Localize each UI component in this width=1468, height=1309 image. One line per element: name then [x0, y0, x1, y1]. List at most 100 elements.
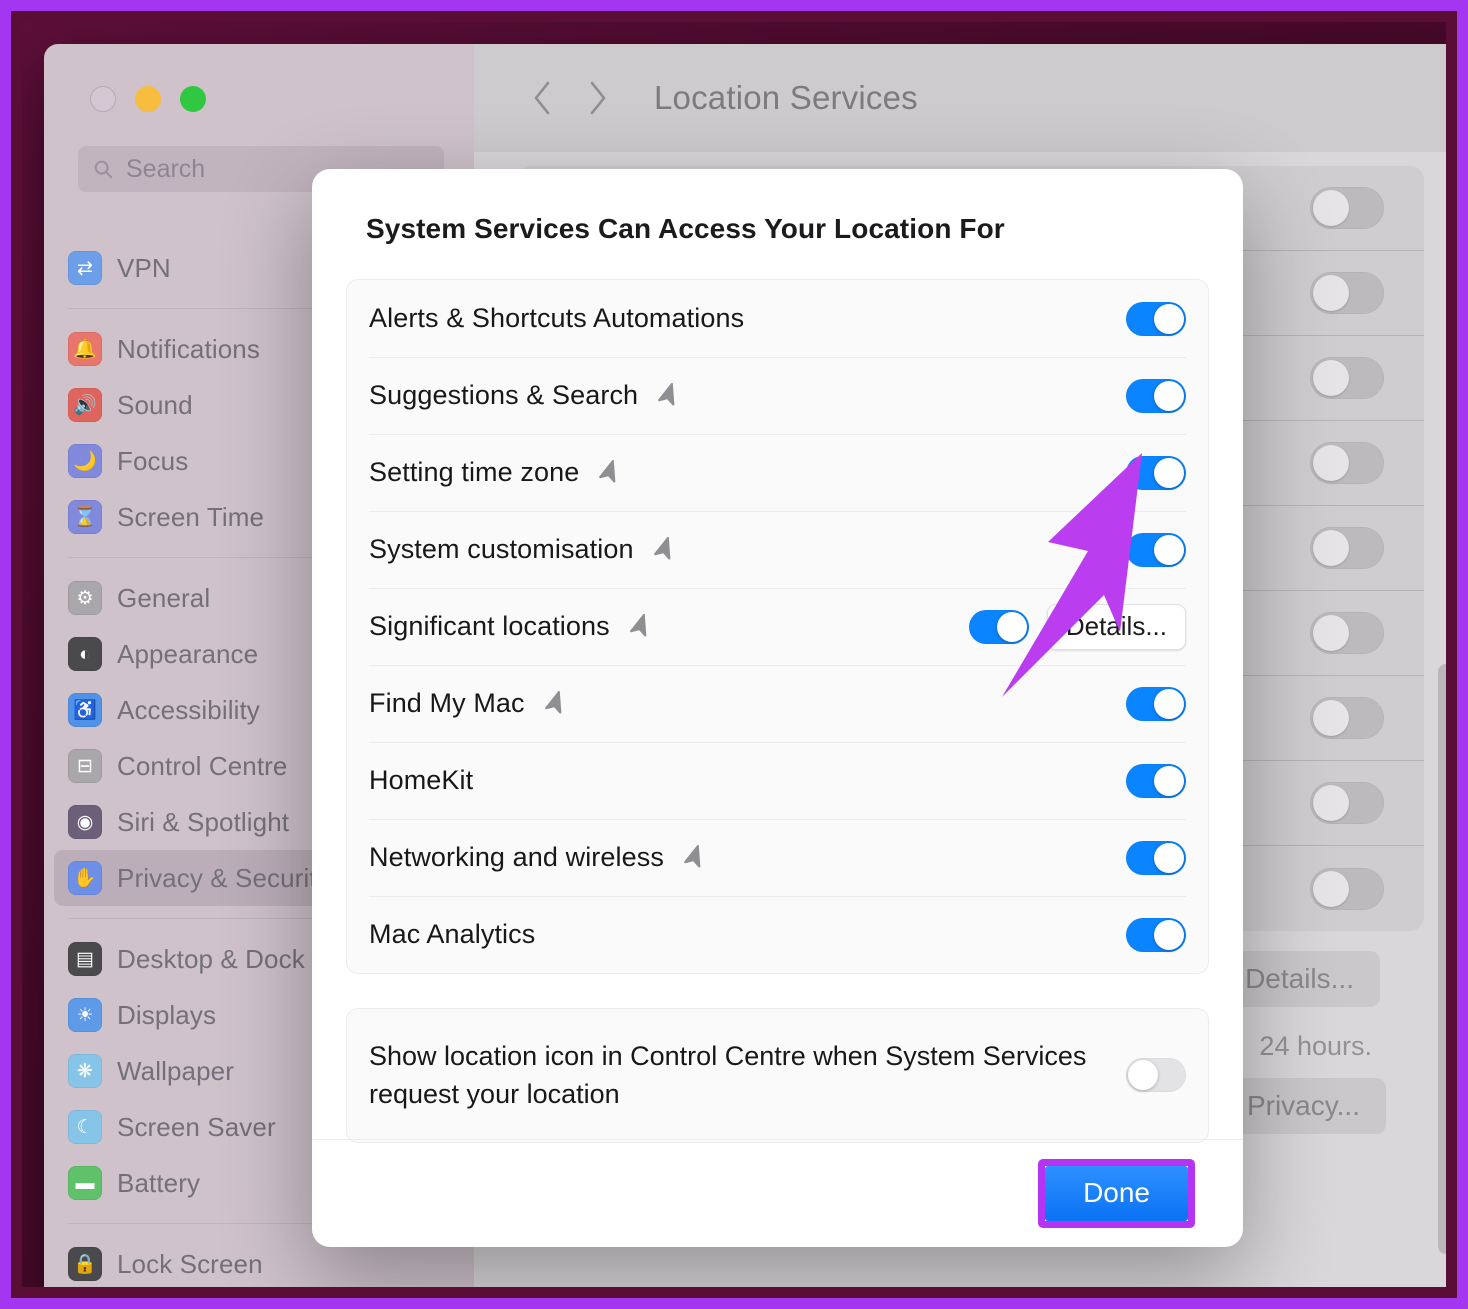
sidebar-item-label: Sound [117, 389, 193, 420]
service-toggle[interactable] [1126, 301, 1186, 336]
sidebar-item-label: Desktop & Dock [117, 943, 305, 974]
appearance-icon: ◐ [68, 637, 102, 671]
service-row: System customisation [347, 511, 1208, 588]
sidebar-item-label: VPN [117, 252, 171, 283]
sidebar-item-label: General [117, 582, 211, 613]
location-arrow-icon [544, 690, 561, 714]
service-toggle[interactable] [1126, 686, 1186, 721]
service-row: Alerts & Shortcuts Automations [347, 280, 1208, 357]
background-toggle[interactable] [1310, 187, 1384, 229]
service-toggle[interactable] [1126, 917, 1186, 952]
service-row: Setting time zone [347, 434, 1208, 511]
service-label: Find My Mac [369, 688, 525, 718]
vertical-scrollbar[interactable] [1438, 664, 1446, 1254]
show-location-icon-row: Show location icon in Control Centre whe… [346, 1008, 1209, 1143]
sidebar-item-label: Wallpaper [117, 1055, 234, 1086]
chevron-right-icon [590, 81, 606, 115]
notifications-icon: 🔔 [68, 332, 102, 366]
system-services-list: Alerts & Shortcuts Automations Suggestion… [346, 279, 1209, 974]
desktop-background: Search ⇄ VPN 🔔 Notifications 🔊 Sound 🌙 Focus ⌛ Sc… [22, 22, 1446, 1287]
location-arrow-icon [653, 536, 670, 560]
sidebar-item-label: Control Centre [117, 750, 288, 781]
chevron-left-icon [534, 81, 550, 115]
service-row: Networking and wireless [347, 819, 1208, 896]
sidebar-item-label: Appearance [117, 638, 259, 669]
vpn-icon: ⇄ [68, 251, 102, 285]
sidebar-item-label: Focus [117, 445, 189, 476]
background-details-button[interactable]: Details... [1219, 951, 1380, 1007]
service-row: HomeKit [347, 742, 1208, 819]
location-arrow-icon [629, 613, 647, 637]
sidebar-item-label: Privacy & Security [117, 862, 330, 893]
displays-icon: ☀ [68, 998, 102, 1032]
done-button[interactable]: Done [1045, 1166, 1188, 1221]
sidebar-item-label: Notifications [117, 333, 260, 364]
background-toggle[interactable] [1310, 612, 1384, 654]
traffic-lights [62, 44, 456, 112]
sidebar-item-label: Siri & Spotlight [117, 806, 290, 837]
privacy-hand-icon: ✋ [68, 861, 102, 895]
system-services-dialog: System Services Can Access Your Location… [312, 169, 1243, 1247]
background-toggle[interactable] [1310, 697, 1384, 739]
service-toggle[interactable] [1126, 763, 1186, 798]
service-label: Suggestions & Search [369, 380, 639, 410]
background-toggle[interactable] [1310, 357, 1384, 399]
done-button-highlight: Done [1038, 1159, 1195, 1228]
minimise-window-button[interactable] [135, 86, 161, 112]
location-arrow-icon [684, 844, 701, 868]
service-label: Mac Analytics [369, 919, 536, 949]
page-title: Location Services [654, 79, 918, 116]
forward-button[interactable] [570, 71, 624, 125]
service-label: HomeKit [369, 765, 474, 795]
focus-icon: 🌙 [68, 444, 102, 478]
show-location-icon-label: Show location icon in Control Centre whe… [369, 1041, 1087, 1110]
service-label: Networking and wireless [369, 842, 664, 872]
sidebar-item-label: Screen Time [117, 501, 265, 532]
wallpaper-icon: ❋ [68, 1054, 102, 1088]
sidebar-item-label: Accessibility [117, 694, 260, 725]
siri-icon: ◉ [68, 805, 102, 839]
sound-icon: 🔊 [68, 388, 102, 422]
screen-frame: Search ⇄ VPN 🔔 Notifications 🔊 Sound 🌙 Focus ⌛ Sc… [0, 0, 1468, 1309]
service-toggle[interactable] [1126, 378, 1186, 413]
sidebar-item-label: Lock Screen [117, 1248, 263, 1279]
service-toggle[interactable] [1126, 840, 1186, 875]
screen-saver-icon: ☾ [68, 1110, 102, 1144]
lock-screen-icon: 🔒 [68, 1247, 102, 1281]
sidebar-item-label: Screen Saver [117, 1111, 276, 1142]
background-toggle[interactable] [1310, 782, 1384, 824]
service-toggle[interactable] [968, 609, 1029, 644]
sidebar-item-label: Displays [117, 999, 217, 1030]
show-location-icon-toggle[interactable] [1126, 1058, 1186, 1093]
service-row: Mac Analytics [347, 896, 1208, 973]
service-toggle[interactable] [1126, 532, 1186, 567]
search-icon [94, 160, 113, 179]
service-label: Alerts & Shortcuts Automations [369, 303, 745, 333]
general-gear-icon: ⚙ [68, 581, 102, 615]
dialog-title: System Services Can Access Your Location… [366, 213, 1005, 244]
background-toggle[interactable] [1310, 527, 1384, 569]
system-settings-window: Search ⇄ VPN 🔔 Notifications 🔊 Sound 🌙 Focus ⌛ Sc… [44, 44, 1446, 1287]
accessibility-icon: ♿ [68, 693, 102, 727]
service-row: Suggestions & Search [347, 357, 1208, 434]
location-arrow-icon [658, 382, 675, 406]
sidebar-item-label: Battery [117, 1167, 201, 1198]
toolbar: Location Services [474, 44, 1446, 152]
screen-time-icon: ⌛ [68, 500, 102, 534]
location-arrow-icon [599, 459, 616, 483]
control-centre-icon: ⊟ [68, 749, 102, 783]
background-toggle[interactable] [1310, 867, 1384, 910]
close-window-button[interactable] [90, 86, 116, 112]
search-placeholder: Search [126, 154, 206, 183]
service-row: Significant locations Details... [347, 588, 1208, 665]
battery-icon: ▬ [68, 1166, 102, 1200]
maximise-window-button[interactable] [180, 86, 206, 112]
service-toggle[interactable] [1126, 455, 1186, 490]
service-details-button[interactable]: Details... [1046, 603, 1186, 650]
back-button[interactable] [516, 71, 570, 125]
background-toggle[interactable] [1310, 442, 1384, 484]
service-label: Setting time zone [369, 457, 580, 487]
background-toggle[interactable] [1310, 272, 1384, 314]
service-row: Find My Mac [347, 665, 1208, 742]
desktop-dock-icon: ▤ [68, 942, 102, 976]
